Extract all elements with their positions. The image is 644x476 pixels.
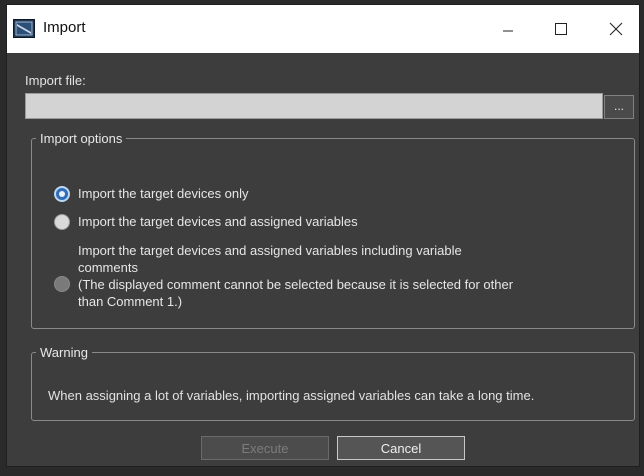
radio-devices-only[interactable] bbox=[54, 186, 70, 202]
maximize-button[interactable] bbox=[538, 5, 584, 53]
import-dialog: Import Import file: ... Import options I… bbox=[6, 4, 640, 467]
option-devices-only-label: Import the target devices only bbox=[78, 186, 249, 201]
import-options-group: Import options Import the target devices… bbox=[31, 131, 635, 329]
import-options-legend: Import options bbox=[40, 131, 123, 146]
option-devices-and-variables[interactable]: Import the target devices and assigned v… bbox=[54, 214, 358, 230]
radio-devices-variables-comments bbox=[54, 276, 70, 292]
execute-button[interactable]: Execute bbox=[201, 436, 329, 460]
warning-legend: Warning bbox=[40, 345, 88, 360]
close-icon bbox=[609, 22, 623, 36]
window-title: Import bbox=[43, 19, 86, 36]
warning-group: Warning When assigning a lot of variable… bbox=[31, 345, 635, 421]
close-button[interactable] bbox=[593, 5, 639, 53]
option-devices-variables-comments-text: Import the target devices and assigned v… bbox=[78, 242, 598, 310]
radio-devices-and-variables[interactable] bbox=[54, 214, 70, 230]
option-comments-line-2: comments bbox=[78, 260, 138, 275]
minimize-button[interactable] bbox=[485, 5, 531, 53]
maximize-icon bbox=[555, 23, 567, 35]
minimize-icon bbox=[503, 30, 513, 32]
import-file-label: Import file: bbox=[25, 73, 86, 88]
warning-text: When assigning a lot of variables, impor… bbox=[48, 388, 535, 403]
option-devices-and-variables-label: Import the target devices and assigned v… bbox=[78, 214, 358, 229]
option-devices-only[interactable]: Import the target devices only bbox=[54, 186, 249, 202]
browse-button[interactable]: ... bbox=[604, 95, 634, 119]
import-file-input[interactable] bbox=[25, 93, 603, 119]
option-comments-line-3: (The displayed comment cannot be selecte… bbox=[78, 277, 514, 292]
title-bar: Import bbox=[7, 5, 639, 53]
option-comments-line-1: Import the target devices and assigned v… bbox=[78, 243, 462, 258]
option-devices-variables-comments: Import the target devices and assigned v… bbox=[54, 242, 598, 310]
option-comments-line-4: than Comment 1.) bbox=[78, 294, 183, 309]
app-icon bbox=[13, 19, 35, 38]
cancel-button[interactable]: Cancel bbox=[337, 436, 465, 460]
